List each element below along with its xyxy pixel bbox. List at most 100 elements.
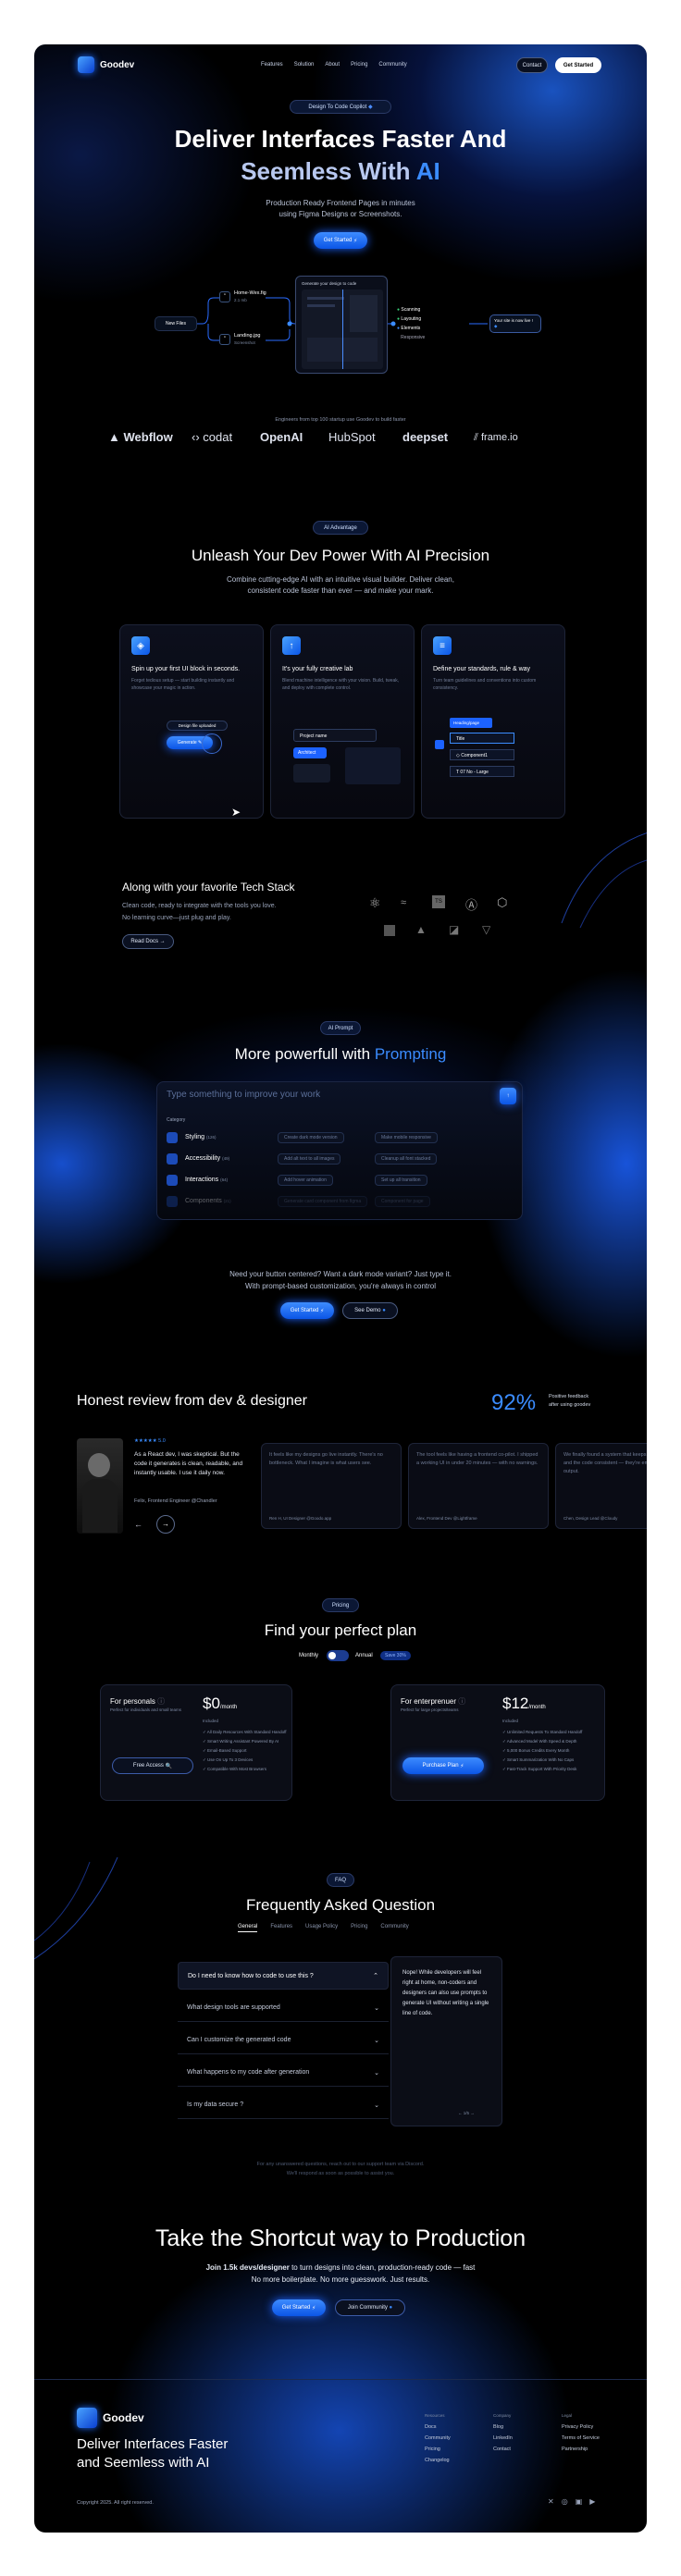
nav-link-pricing[interactable]: Pricing [351,62,367,68]
size-layer[interactable]: T 07 No - Large [450,766,514,777]
next-arrow-icon[interactable]: → [156,1515,175,1534]
shortcut-line-1: Join 1.5k devs/designer to turn designs … [205,2263,476,2272]
see-demo-button[interactable]: See Demo ● [342,1302,398,1319]
tech-icons: ⚛ ≈ TS Ⓐ ⬡ ▲ ◪ ▽ [369,895,536,951]
monthly-label[interactable]: Monthly [299,1653,318,1658]
feedback-label: Positive feedback after using goodev [549,1394,591,1408]
project-name-field[interactable]: Project name [293,729,377,742]
category-row-styling[interactable]: Styling (126) Create dark mode version M… [167,1130,518,1145]
footer-link[interactable]: Changelog [425,2455,451,2466]
footer-link[interactable]: Privacy Policy [562,2422,600,2433]
nav-link-solution[interactable]: Solution [294,62,315,68]
cube-icon: ◈ [131,636,150,655]
faq-question[interactable]: Can I customize the generated code ⌄ [178,2027,389,2054]
footer-link[interactable]: Blog [493,2422,513,2433]
vue-icon: ◪ [449,923,460,936]
x-icon[interactable]: ✕ [548,2497,554,2506]
file-icon: ▫ [219,291,230,302]
annual-label[interactable]: Annual [355,1653,373,1658]
architect-chip[interactable]: Architect [293,747,327,758]
footer-link[interactable]: Pricing [425,2444,451,2455]
purchase-plan-button[interactable]: Purchase Plan ⚡ [402,1757,484,1774]
pricing-title: Find your perfect plan [264,1621,417,1639]
component-layer[interactable]: ◇ Component1 [450,749,514,760]
read-docs-button[interactable]: Read Docs → [122,934,174,949]
tab-community[interactable]: Community [380,1924,408,1932]
generate-label: Generate your design to code [302,281,357,286]
shortcut-get-started-button[interactable]: Get Started ⚡ [272,2299,326,2316]
join-community-button[interactable]: Join Community ● [335,2299,405,2316]
footer-link[interactable]: Partnership [562,2444,600,2455]
cube-logo-icon [77,2408,97,2428]
faq-question[interactable]: What design tools are supported ⌄ [178,1994,389,2022]
prompt-get-started-button[interactable]: Get Started ⚡ [280,1302,334,1319]
footer-link[interactable]: Terms of Service [562,2433,600,2444]
nav-link-features[interactable]: Features [261,62,283,68]
suggestion-chip[interactable]: Cleanup all font stacked [375,1153,438,1165]
layer-handle-icon [435,740,444,749]
youtube-icon[interactable]: ▶ [589,2497,595,2506]
nav-link-community[interactable]: Community [378,62,406,68]
nav-link-about[interactable]: About [325,62,340,68]
plan-card-enterprise: For enterprenuer ⓘ Perfect for large pro… [390,1684,605,1801]
prompting-title: More powerfull with Prompting [234,1045,447,1063]
stack-desc-2: No learning curve—just plug and play. [122,915,231,921]
plan-desc: Perfect for large projects/teams [401,1707,459,1712]
faq-question[interactable]: What happens to my code after generation… [178,2059,389,2087]
logo-frameio: ⫽ frame.io [474,432,518,443]
trusted-caption: Engineers from top 100 startup use Goode… [275,417,406,423]
tab-usage-policy[interactable]: Usage Policy [305,1924,338,1932]
category-row-components[interactable]: Components (21) Generate card component … [167,1194,518,1209]
nav-get-started-button[interactable]: Get Started [555,57,601,73]
category-label: Category [167,1117,186,1123]
faq-question[interactable]: Do I need to know how to code to use thi… [178,1962,389,1990]
send-icon[interactable]: ↑ [500,1088,516,1104]
suggestion-chip[interactable]: Add alt text to all images [278,1153,341,1165]
save-badge: Save 30% [380,1651,411,1660]
workflow-diagram: New Files ▫ Home-Wex.fig 2.1 mb ▫ Landin… [155,276,543,377]
footer-link[interactable]: Community [425,2433,451,2444]
suggestion-chip[interactable]: Add hover animation [278,1175,333,1186]
tab-general[interactable]: General [238,1924,258,1932]
feature-card-1: ◈ Spin up your first UI block in seconds… [119,624,264,819]
brand-logo[interactable]: Goodev [78,56,134,73]
billing-toggle[interactable] [327,1650,349,1661]
suggestion-chip[interactable]: Generate card component from figma [278,1196,368,1207]
title-layer[interactable]: Title [450,733,514,744]
free-access-button[interactable]: Free Access 🔍 [112,1757,193,1774]
hero-get-started-button[interactable]: Get Started ⚡ [314,232,367,249]
review-card: The tool feels like having a frontend co… [408,1443,549,1529]
advantage-badge: AI Advantage [313,521,368,535]
contact-button[interactable]: Contact [516,57,548,73]
prev-arrow-icon[interactable]: ← [134,1520,142,1529]
faq-pager[interactable]: ← 1/5 → [458,2111,475,2115]
file1-name: Home-Wex.fig [234,290,266,296]
linkedin-icon[interactable]: ▣ [576,2497,583,2506]
instagram-icon[interactable]: ◎ [562,2497,568,2506]
footer-link[interactable]: LinkedIn [493,2433,513,2444]
tab-features[interactable]: Features [270,1924,292,1932]
generation-steps: ● Scanning ● Layouting ● Elements Respon… [397,307,452,348]
suggestion-chip[interactable]: Make mobile responsive [375,1132,438,1143]
faq-answer: Nope! While developers will feel right a… [402,1970,489,2016]
logo-hubspot: HubSpot [328,430,376,444]
footer-link[interactable]: Docs [425,2422,451,2433]
footer-col-legal: Legal Privacy Policy Terms of Service Part… [562,2410,600,2455]
category-row-accessibility[interactable]: Accessibility (49) Add alt text to all i… [167,1152,518,1166]
tab-pricing[interactable]: Pricing [351,1924,367,1932]
footer-link[interactable]: Contact [493,2444,513,2455]
prompt-input[interactable]: Type something to improve your work [167,1090,320,1100]
faq-question[interactable]: Is my data secure ? ⌄ [178,2091,389,2119]
suggestion-chip[interactable]: Set up all transition [375,1175,427,1186]
category-row-interactions[interactable]: Interactions (64) Add hover animation Se… [167,1173,518,1188]
main-review-text: As a React dev, I was skeptical. But the… [134,1451,243,1476]
faq-title: Frequently Asked Question [245,1896,436,1914]
upload-icon: ↑ [282,636,301,655]
suggestion-chip[interactable]: Component for page [375,1196,430,1207]
suggestion-chip[interactable]: Create dark mode version [278,1132,344,1143]
angular-icon: Ⓐ [465,898,478,912]
footer-brand[interactable]: Goodev [77,2408,144,2428]
feedback-stat: 92% [491,1390,537,1415]
prompt-panel: Type something to improve your work ↑ Ca… [156,1081,523,1220]
review-card: We finally found a system that keeps des… [555,1443,647,1529]
